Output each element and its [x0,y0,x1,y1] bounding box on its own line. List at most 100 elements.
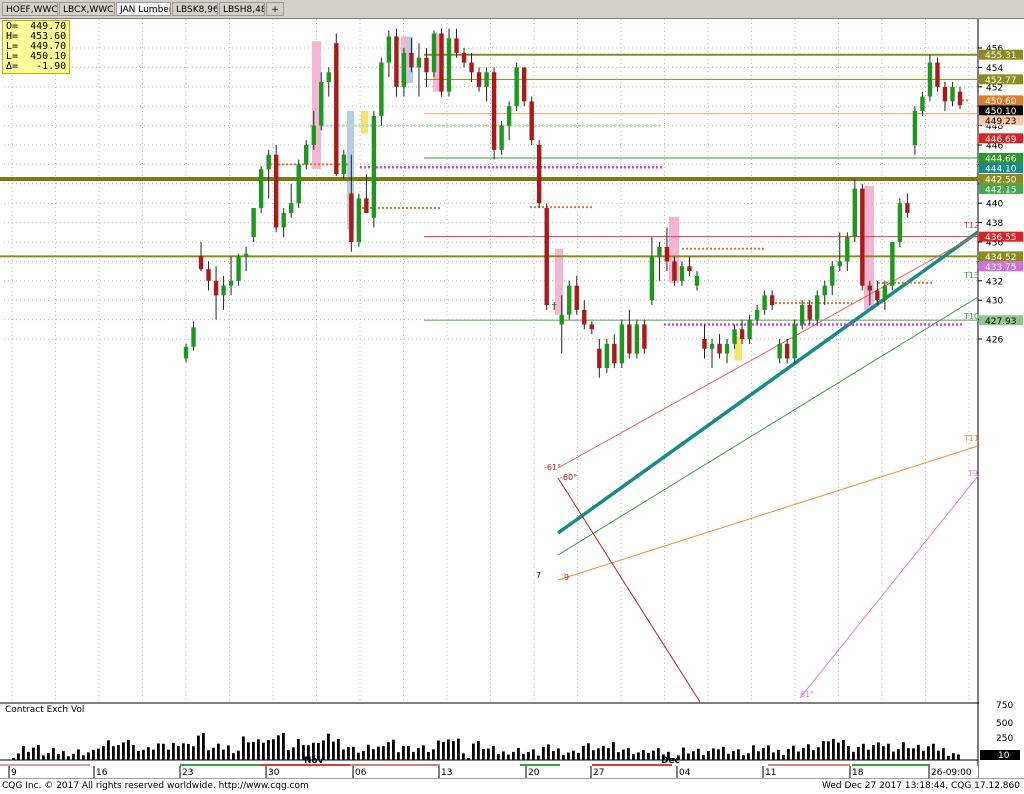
volume-bar [622,749,625,760]
candle-body [574,285,579,310]
volume-bar [412,751,415,760]
volume-bar [637,752,640,760]
session-marker [0,764,90,766]
volume-bar [242,736,245,760]
candle-body [604,343,610,369]
volume-bar [502,751,505,760]
volume-bar [542,747,545,760]
date-tick-label: 30 [268,768,280,778]
volume-bar [237,750,240,760]
volume-bar [327,733,330,760]
volume-bar [897,749,900,760]
chart-annotation: 9 [564,573,569,582]
candle-body [724,343,730,354]
volume-bar [842,740,845,760]
date-tick-label: 20 [528,768,540,778]
candle-body [273,154,279,228]
volume-bar [137,750,140,760]
volume-bar [907,748,910,760]
candle-body [619,324,625,364]
candle-body [897,203,903,242]
volume-bar [947,755,950,760]
volume-bar [802,747,805,760]
volume-bar [507,754,510,760]
candle-body [401,52,407,87]
candle-body [664,246,670,262]
candle-body [484,72,489,87]
date-tick-label: 23 [182,768,193,778]
tab-hoef[interactable]: HOEF,WWC [2,2,58,16]
tab-lbsh8[interactable]: LBSH8,48 [219,2,265,16]
volume-bar [257,739,260,760]
add-tab-button[interactable]: + [266,2,284,16]
candle-body [334,43,339,175]
volume-bar [617,752,620,760]
candle-body [349,193,354,242]
volume-bar [917,744,920,760]
volume-bar [592,750,595,760]
tab-lbsk8[interactable]: LBSK8,96 [172,2,218,16]
price-tick-label: 430 [986,297,1003,307]
volume-bar [17,753,20,760]
volume-bar [827,741,830,760]
volume-bar [347,746,350,760]
candle-body [251,208,256,238]
price-tag-label: 449.23 [985,117,1017,127]
volume-bar [92,749,95,760]
timestamp-text: Wed Dec 27 2017 13:18:44, CQG 17.12.860 [822,781,1020,791]
volume-bar [547,744,550,760]
volume-bar [392,739,395,760]
volume-bar [797,751,800,760]
candle-body [627,324,632,354]
volume-bar [127,739,130,760]
volume-bar [427,751,430,760]
tab-lbcx[interactable]: LBCX,WWC [59,2,115,16]
price-chart[interactable]: T12T13T10T11T9-61°-60°61°79 456454452450… [0,0,1024,793]
volume-bar [42,755,45,760]
volume-bar [217,743,220,760]
volume-bar [367,744,370,760]
volume-bar [72,753,75,760]
volume-bar [52,748,55,760]
volume-bar [577,752,580,760]
highlight-band [361,111,368,134]
volume-bar [762,748,765,760]
candle-body [589,324,594,330]
volume-bar [97,748,100,760]
candle-body [837,261,842,267]
candle-body [657,246,662,257]
volume-bar [877,742,880,760]
volume-bar [372,749,375,760]
change-value: Δ= -1.90 [6,61,67,72]
candle-body [762,295,767,310]
volume-bar [702,754,705,760]
volume-bar [687,753,690,760]
tab-jan-lumber[interactable]: JAN Lumber [116,2,171,16]
candle-body [206,269,211,281]
candle-body [191,327,196,347]
volume-bar [517,747,520,760]
volume-bar [82,755,85,760]
volume-bar [787,748,790,760]
candle-body [732,329,737,344]
volume-bar [132,745,135,760]
volume-bar [597,748,600,760]
volume-bar [37,744,40,760]
volume-bar [772,752,775,760]
session-marker [180,764,260,766]
volume-bar [447,739,450,760]
candle-body [739,329,745,339]
candle-body [431,33,437,73]
volume-bar [562,755,565,760]
candle-body [514,67,519,107]
volume-bar [87,752,90,760]
volume-bar [642,749,645,760]
candle-body [694,275,700,286]
volume-bar [527,751,530,760]
volume-bar [12,758,15,760]
volume-bar [887,743,890,760]
candle-body [304,145,309,165]
candle-body [386,36,392,63]
candle-body [912,111,918,145]
candle-body [454,38,459,53]
